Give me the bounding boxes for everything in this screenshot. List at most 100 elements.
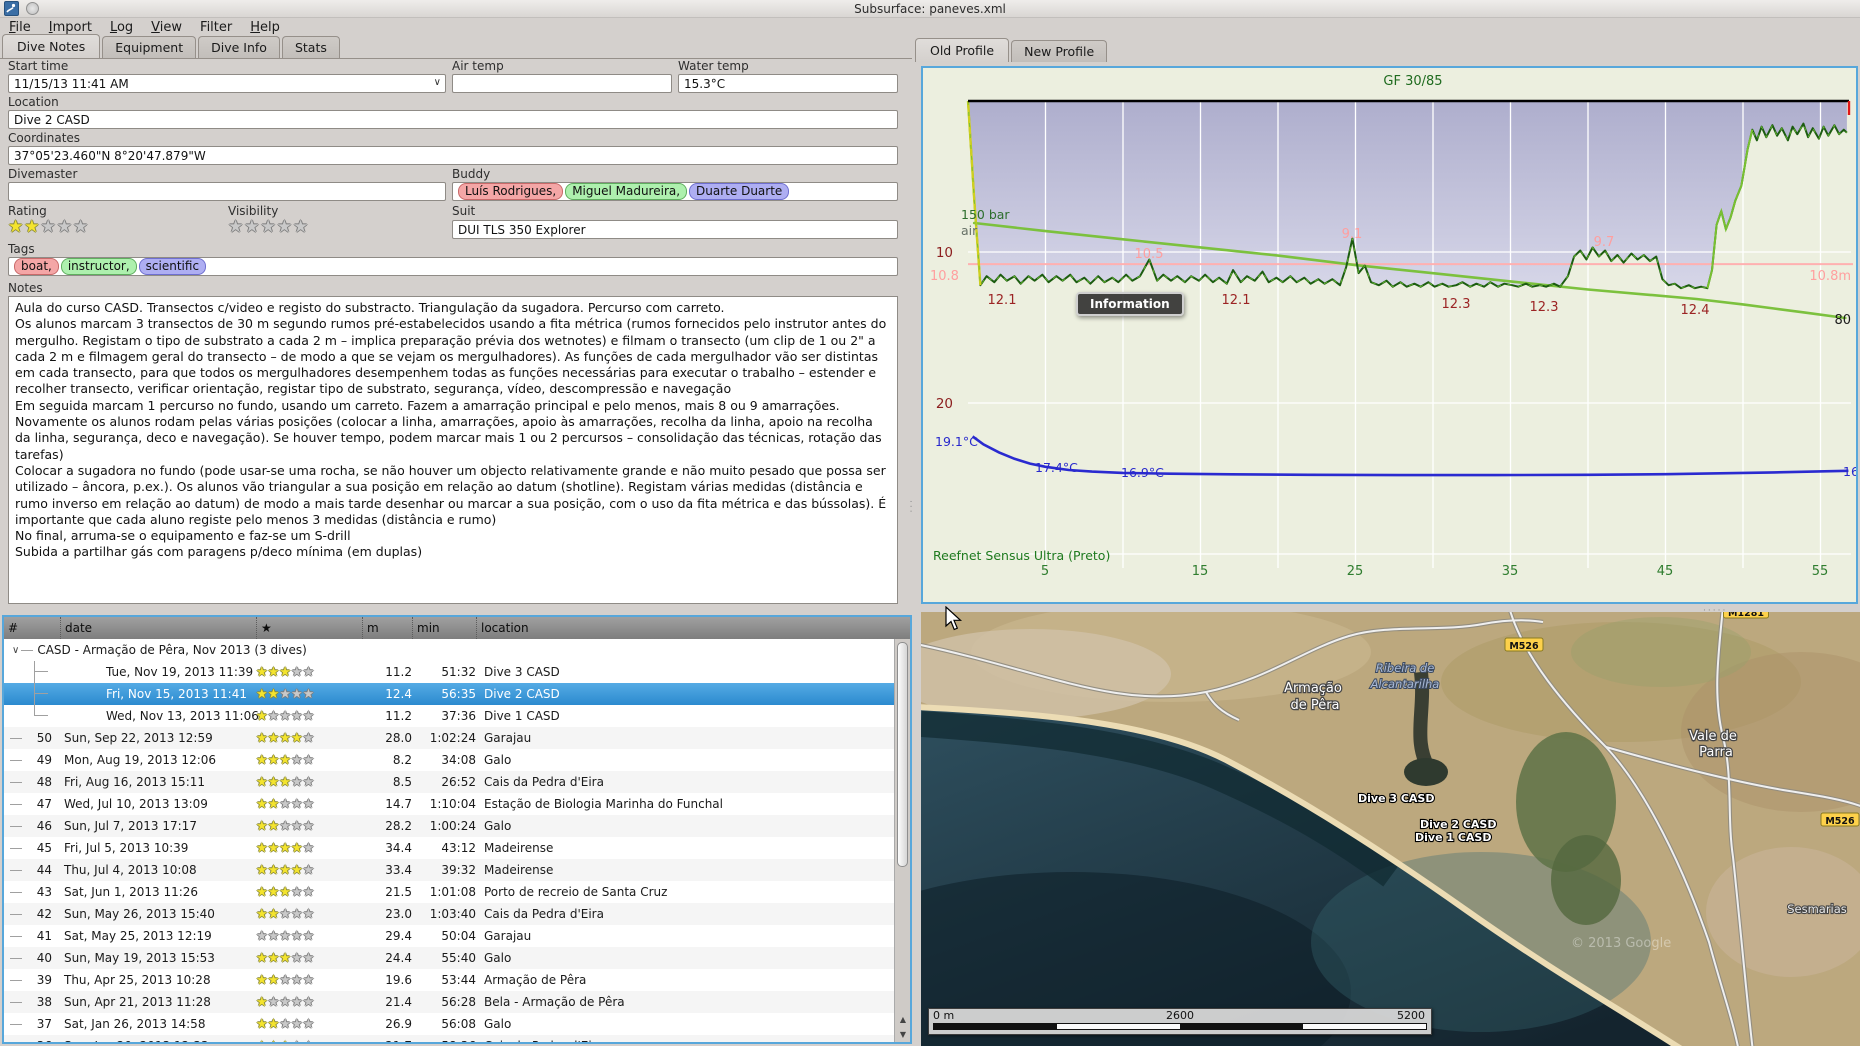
column-header-num[interactable]: # <box>4 617 60 639</box>
location-field[interactable]: Dive 2 CASD <box>8 110 898 129</box>
dive-profile-panel[interactable]: GF 30/85 10 20 5 15 25 35 45 55 12.1 12.1 12.3 12.3 1… <box>921 66 1859 604</box>
visibility-stars[interactable]: ★★★★★ <box>228 217 309 237</box>
scroll-down-icon[interactable]: ▼ <box>895 1027 910 1042</box>
coordinates-field[interactable]: 37°05'23.460"N 8°20'47.879"W <box>8 146 898 165</box>
dive-row[interactable]: 49 Mon, Aug 19, 2013 12:06 ★★★★★ 8.2 34:08 Ga… <box>4 749 910 771</box>
dive-row[interactable]: Fri, Nov 15, 2013 11:41 ★★★★★ 12.4 56:35 Div… <box>4 683 910 705</box>
column-header-min[interactable]: min <box>412 617 476 639</box>
dive-depth: 26.9 <box>385 1017 412 1031</box>
dive-duration: 56:35 <box>441 687 476 701</box>
dive-marker-label[interactable]: Dive 3 CASD <box>1357 791 1436 806</box>
menu-item-view[interactable]: View <box>142 20 191 35</box>
scrollbar-thumb[interactable] <box>897 642 908 867</box>
rating-stars[interactable]: ★★★★★ <box>8 217 89 237</box>
start-time-combo[interactable]: 11/15/13 11:41 AM ∨ <box>8 74 446 93</box>
dive-row[interactable]: 46 Sun, Jul 7, 2013 17:17 ★★★★★ 28.2 1:00:24… <box>4 815 910 837</box>
svg-text:12.3: 12.3 <box>1530 300 1559 315</box>
menu-item-filter[interactable]: Filter <box>191 20 241 35</box>
dive-date: Wed, Nov 13, 2013 11:06 <box>106 709 259 723</box>
column-header-m[interactable]: m <box>362 617 412 639</box>
svg-text:9.7: 9.7 <box>1594 235 1615 250</box>
tag-pill[interactable]: Luís Rodrigues, <box>458 183 564 200</box>
dive-row[interactable]: Wed, Nov 13, 2013 11:06 ★★★★★ 11.2 37:36 Div… <box>4 705 910 727</box>
information-tooltip[interactable]: Information <box>1076 292 1184 316</box>
dive-date: Sat, May 25, 2013 12:19 <box>64 929 212 943</box>
column-header-location[interactable]: location <box>476 617 910 639</box>
dive-location: Bela - Armação de Pêra <box>484 995 625 1009</box>
scroll-up-icon[interactable]: ▲ <box>895 1012 910 1027</box>
air-temp-field[interactable] <box>452 74 672 93</box>
svg-text:12.1: 12.1 <box>988 293 1017 308</box>
svg-text:9.1: 9.1 <box>1342 227 1363 242</box>
tab-equipment[interactable]: Equipment <box>102 36 197 58</box>
dive-row[interactable]: 36Sun, Jan 20, 2013 12:33★★★★★21.758:36C… <box>4 1035 910 1042</box>
svg-text:20: 20 <box>936 396 953 412</box>
suit-field[interactable]: DUI TLS 350 Explorer <box>452 220 898 239</box>
divemaster-field[interactable] <box>8 182 446 201</box>
dive-row[interactable]: 40 Sun, May 19, 2013 15:53 ★★★★★ 24.4 55:40 G… <box>4 947 910 969</box>
collapse-arrow-icon[interactable]: ∨ <box>12 645 19 656</box>
dive-marker-label[interactable]: Dive 1 CASD <box>1414 830 1493 845</box>
buddy-field[interactable]: Luís Rodrigues, Miguel Madureira, Duarte D… <box>452 182 898 201</box>
tab-dive-notes[interactable]: Dive Notes <box>2 34 101 58</box>
suit-value: DUI TLS 350 Explorer <box>458 222 586 237</box>
dive-list-header[interactable]: # date ★ m min location <box>4 617 910 639</box>
menu-item-file[interactable]: File <box>0 20 40 35</box>
dive-marker-label[interactable]: Dive 2 CASD <box>1419 817 1498 832</box>
column-header-stars[interactable]: ★ <box>256 617 362 639</box>
tab-stats[interactable]: Stats <box>281 36 340 58</box>
dive-row[interactable]: 44 Thu, Jul 4, 2013 10:08 ★★★★★ 33.4 39:32 Ma… <box>4 859 910 881</box>
menu-item-help[interactable]: Help <box>241 20 289 35</box>
dive-row[interactable]: 43 Sat, Jun 1, 2013 11:26 ★★★★★ 21.5 1:01:08… <box>4 881 910 903</box>
tag-pill[interactable]: Duarte Duarte <box>689 183 790 200</box>
window-title: Subsurface: paneves.xml <box>854 2 1006 16</box>
map-place-label: Vale de <box>1689 729 1737 744</box>
dive-depth: 28.0 <box>385 731 412 745</box>
svg-text:air: air <box>961 223 978 238</box>
start-time-label: Start time <box>8 59 69 73</box>
column-header-date[interactable]: date <box>60 617 256 639</box>
tag-pill[interactable]: instructor, <box>60 258 137 275</box>
dive-row[interactable]: 47 Wed, Jul 10, 2013 13:09 ★★★★★ 14.7 1:10:0… <box>4 793 910 815</box>
dive-row[interactable]: 45 Fri, Jul 5, 2013 10:39 ★★★★★ 34.4 43:12 Ma… <box>4 837 910 859</box>
tag-pill[interactable]: boat, <box>14 258 59 275</box>
dive-duration: 56:28 <box>441 995 476 1009</box>
dive-row[interactable]: 37 Sat, Jan 26, 2013 14:58 ★★★★★ 26.9 56:08 G… <box>4 1013 910 1035</box>
menu-item-import[interactable]: Import <box>40 20 101 35</box>
dive-depth: 8.5 <box>392 775 412 789</box>
svg-text:35: 35 <box>1502 564 1519 579</box>
dive-location: Madeirense <box>484 841 554 855</box>
water-temp-field[interactable]: 15.3°C <box>678 74 898 93</box>
tab-dive-info[interactable]: Dive Info <box>198 36 280 58</box>
dive-location: Galo <box>484 951 512 965</box>
svg-text:12.4: 12.4 <box>1681 303 1710 318</box>
dive-group-row[interactable]: ∨ CASD - Armação de Pêra, Nov 2013 (3 di… <box>4 639 910 661</box>
dive-row[interactable]: 39 Thu, Apr 25, 2013 10:28 ★★★★★ 19.6 53:44 A… <box>4 969 910 991</box>
dive-row[interactable]: 48 Fri, Aug 16, 2013 15:11 ★★★★★ 8.5 26:52 Ca… <box>4 771 910 793</box>
menu-item-log[interactable]: Log <box>101 20 142 35</box>
title-bar[interactable]: Subsurface: paneves.xml <box>0 0 1860 18</box>
dive-row[interactable]: 50 Sun, Sep 22, 2013 12:59 ★★★★★ 28.0 1:02:2… <box>4 727 910 749</box>
vertical-splitter-handle-icon[interactable]: ··· <box>905 500 915 515</box>
dive-row[interactable]: 38 Sun, Apr 21, 2013 11:28 ★★★★★ 21.4 56:28 B… <box>4 991 910 1013</box>
dive-list[interactable]: # date ★ m min location ∨ CASD - Armação de P… <box>2 615 912 1044</box>
dive-row[interactable]: 42 Sun, May 26, 2013 15:40 ★★★★★ 23.0 1:03:4… <box>4 903 910 925</box>
map-place-label: Sesmarias <box>1787 902 1847 916</box>
tag-pill[interactable]: scientific <box>138 258 207 275</box>
notes-textarea[interactable]: Aula do curso CASD. Transectos c/video e… <box>8 296 898 604</box>
dive-row[interactable]: 41 Sat, May 25, 2013 12:19 ★★★★★ 29.4 50:04 G… <box>4 925 910 947</box>
chevron-down-icon[interactable]: ∨ <box>434 77 441 88</box>
tags-field[interactable]: boat, instructor, scientific <box>8 257 898 276</box>
dive-depth: 21.4 <box>385 995 412 1009</box>
dive-list-scrollbar[interactable]: ▲ ▼ <box>894 639 910 1042</box>
tab-new-profile[interactable]: New Profile <box>1011 40 1108 62</box>
map-place-label: Parra <box>1699 745 1733 760</box>
svg-text:150 bar: 150 bar <box>961 207 1010 222</box>
dive-row[interactable]: Tue, Nov 19, 2013 11:39 ★★★★★ 11.2 51:32 Div… <box>4 661 910 683</box>
horizontal-splitter[interactable]: ····· <box>913 604 1860 616</box>
tag-pill[interactable]: Miguel Madureira, <box>565 183 688 200</box>
dive-site-map[interactable]: M526 M526 M1281 Armação de Pêra Ribeira de Al… <box>921 612 1860 1046</box>
tab-old-profile[interactable]: Old Profile <box>915 38 1010 62</box>
coordinates-label: Coordinates <box>8 131 81 145</box>
road-badge: M1281 <box>1728 612 1764 619</box>
